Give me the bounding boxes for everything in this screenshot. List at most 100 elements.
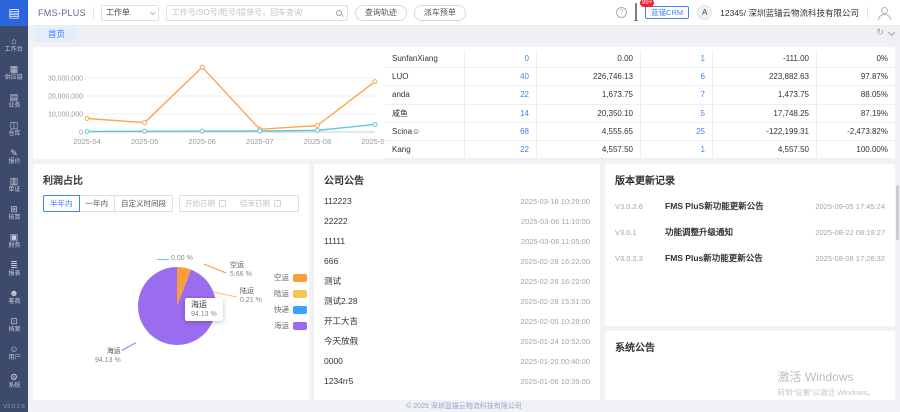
legend-swatch (293, 306, 307, 314)
monthly-line-chart: 010,000,00020,000,00030,000,0002025-0420… (33, 47, 385, 159)
cell-count-2[interactable]: 5 (641, 105, 713, 122)
legend-swatch (293, 274, 307, 282)
sidebar-item[interactable]: ▤ 业务 (0, 87, 28, 115)
user-icon[interactable] (876, 6, 890, 20)
cell-count-2[interactable]: 1 (641, 141, 713, 158)
version-date: 2025-09-05 17:45:24 (815, 202, 885, 211)
track-query-button[interactable]: 查询轨迹 (355, 5, 407, 21)
pie-chart-area: 0.00 % 空运 5.66 % 陆运 0.21 % 海运 94.13 % (33, 210, 309, 400)
watermark-line2: 转到“设置”以激活 Windows。 (777, 387, 875, 398)
sidebar-item[interactable]: ⊞ 核算 (0, 199, 28, 227)
sidebar-item-label: 供应链 (5, 75, 23, 81)
sidebar-item-label: 业务 (8, 103, 20, 109)
notice-row[interactable]: 测试 2025-02-28 16:22:00 (324, 271, 590, 291)
notice-row[interactable]: 22222 2025-03-06 11:10:00 (324, 211, 590, 231)
table-row[interactable]: LUO 40 226,746.13 6 223,882.63 97.87% (385, 68, 895, 86)
cell-count-1[interactable]: 68 (465, 123, 537, 140)
version-title[interactable]: FMS Plus新功能更新公告 (665, 252, 807, 264)
pie-legend: 空运 陆运 快递 (274, 272, 307, 331)
notice-row[interactable]: 11111 2025-03-06 11:05:00 (324, 231, 590, 251)
sidebar-item-label: 单证 (8, 187, 20, 193)
notice-row[interactable]: 666 2025-02-28 16:22:00 (324, 251, 590, 271)
header-right: ? 99+ 蓝锚CRM A 12345/ 深圳蓝锚云物流科技有限公司 (616, 4, 890, 22)
version-row[interactable]: V3.0.2.6 FMS PluS新功能更新公告 2025-09-05 17:4… (615, 193, 885, 219)
version-row[interactable]: V3.0.2.3 FMS Plus新功能更新公告 2025-08-08 17:2… (615, 245, 885, 271)
notice-title[interactable]: 测试 (324, 275, 341, 287)
chevron-down-icon[interactable] (888, 29, 895, 36)
sidebar-item[interactable]: ≣ 报表 (0, 255, 28, 283)
cell-count-1[interactable]: 22 (465, 86, 537, 103)
tab-home[interactable]: 首页 (36, 27, 77, 42)
sidebar-item[interactable]: ▥ 单证 (0, 171, 28, 199)
sidebar-item[interactable]: ✎ 报价 (0, 143, 28, 171)
legend-item[interactable]: 快递 (274, 304, 307, 315)
table-row[interactable]: 咸鱼 14 20,350.10 5 17,748.25 87.19% (385, 105, 895, 123)
notice-row[interactable]: 开工大吉 2025-02-05 10:28:00 (324, 311, 590, 331)
cell-count-1[interactable]: 22 (465, 141, 537, 158)
notice-title[interactable]: 今天放假 (324, 335, 358, 347)
cell-amount-2: 1,473.75 (713, 86, 817, 103)
notice-title[interactable]: 11111 (324, 236, 345, 246)
cell-count-2[interactable]: 25 (641, 123, 713, 140)
sidebar-item[interactable]: ⚙ 系统 (0, 367, 28, 395)
sidebar-item[interactable]: ◫ 仓库 (0, 115, 28, 143)
cell-count-1[interactable]: 14 (465, 105, 537, 122)
filter-half-year[interactable]: 半年内 (43, 195, 80, 212)
notice-title[interactable]: 1234rr5 (324, 376, 353, 386)
cell-count-1[interactable]: 40 (465, 68, 537, 85)
tab-bar: 首页 ↻ (28, 26, 900, 42)
search-type-select[interactable]: 工作单 (101, 5, 159, 21)
notice-row[interactable]: 1234rr5 2025-01-06 10:39:00 (324, 371, 590, 391)
notice-title[interactable]: 22222 (324, 216, 348, 226)
sidebar-item[interactable]: ▣ 财务 (0, 227, 28, 255)
notice-row[interactable]: 今天放假 2025-01-24 10:52:00 (324, 331, 590, 351)
table-row[interactable]: Kang 22 4,557.50 1 4,557.50 100.00% (385, 141, 895, 159)
version-title[interactable]: FMS PluS新功能更新公告 (665, 200, 807, 212)
refresh-icon[interactable]: ↻ (876, 28, 884, 37)
notice-row[interactable]: 0000 2025-01-20 00:40:00 (324, 351, 590, 371)
avatar[interactable]: A (697, 5, 712, 20)
search-input[interactable] (172, 8, 336, 17)
page-scrollbar[interactable] (896, 185, 899, 240)
sidebar-item-icon: ⊞ (10, 205, 18, 214)
legend-item[interactable]: 空运 (274, 272, 307, 283)
sidebar-item-label: 用户 (8, 355, 20, 361)
notice-title[interactable]: 112223 (324, 196, 352, 206)
notice-row[interactable]: 112223 2025-03-18 10:29:00 (324, 191, 590, 211)
notice-title[interactable]: 测试2.28 (324, 295, 358, 307)
notice-row[interactable]: 测试2.28 2025-02-28 15:51:00 (324, 291, 590, 311)
sidebar-item[interactable]: ▦ 供应链 (0, 59, 28, 87)
cell-count-2[interactable]: 1 (641, 50, 713, 67)
notice-title[interactable]: 0000 (324, 356, 343, 366)
cell-count-2[interactable]: 7 (641, 86, 713, 103)
sidebar-item[interactable]: ⊡ 档案 (0, 311, 28, 339)
sidebar-item[interactable]: ☻ 客商 (0, 283, 28, 311)
notice-title[interactable]: 666 (324, 256, 338, 266)
sidebar-item[interactable]: ⌂ 工作台 (0, 31, 28, 59)
version-date: 2025-08-22 08:19:27 (815, 228, 885, 237)
table-row[interactable]: anda 22 1,673.75 7 1,473.75 88.05% (385, 86, 895, 104)
pie-tooltip-name: 海运 (191, 300, 217, 310)
crm-switch-button[interactable]: 蓝锚CRM (645, 6, 689, 19)
svg-text:10,000,000: 10,000,000 (48, 112, 83, 119)
cell-count-1[interactable]: 0 (465, 50, 537, 67)
svg-text:2025-06: 2025-06 (188, 137, 216, 146)
cell-name: Scina☺ (385, 123, 465, 140)
help-icon[interactable]: ? (616, 7, 627, 18)
sidebar-menu: ⌂ 工作台 ▦ 供应链 ▤ 业务 ◫ 仓库 ✎ 报价 (0, 31, 28, 395)
table-row[interactable]: Scina☺ 68 4,555.65 25 -122,199.31 -2,473… (385, 123, 895, 141)
legend-item[interactable]: 陆运 (274, 288, 307, 299)
notification-bell[interactable]: 99+ (635, 4, 637, 22)
notice-title[interactable]: 开工大吉 (324, 315, 358, 327)
sidebar-item[interactable]: ☺ 用户 (0, 339, 28, 367)
cell-count-2[interactable]: 6 (641, 68, 713, 85)
legend-label: 快递 (274, 304, 289, 315)
start-date-placeholder: 开始日期 (185, 198, 215, 209)
version-title[interactable]: 功能调整升级通知 (665, 226, 807, 238)
search-icon[interactable] (336, 10, 342, 16)
table-row[interactable]: SunfanXiang 0 0.00 1 -111.00 0% (385, 50, 895, 68)
app-logo[interactable]: ▤ (0, 0, 28, 26)
legend-item[interactable]: 海运 (274, 320, 307, 331)
preorder-button[interactable]: 派车预单 (414, 5, 466, 21)
version-row[interactable]: V3.0.1 功能调整升级通知 2025-08-22 08:19:27 (615, 219, 885, 245)
